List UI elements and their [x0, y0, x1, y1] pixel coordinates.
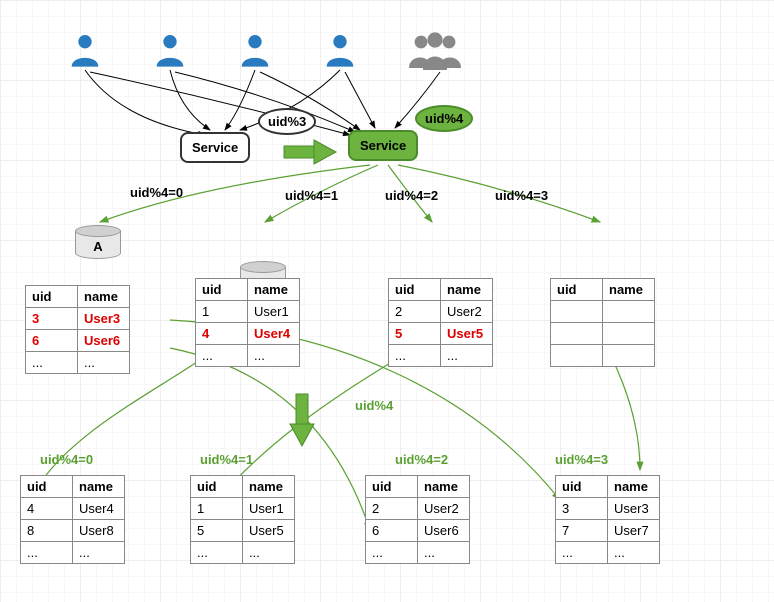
user-icon	[235, 30, 275, 73]
route-label-bottom-a: uid%4=0	[40, 452, 93, 467]
route-label-c: uid%4=2	[385, 188, 438, 203]
route-label-d: uid%4=3	[495, 188, 548, 203]
route-label-bottom-c: uid%4=2	[395, 452, 448, 467]
service-new: Service	[348, 130, 418, 161]
route-label-a: uid%4=0	[130, 185, 183, 200]
user-icon	[150, 30, 190, 73]
table-after-c: uidname 2User2 6User6 ......	[365, 475, 470, 564]
user-icon	[65, 30, 105, 73]
table-before-d: uidname	[550, 278, 655, 367]
route-label-bottom-d: uid%4=3	[555, 452, 608, 467]
user-icon	[320, 30, 360, 73]
arrow-right-icon	[280, 138, 340, 169]
shard-key-old-bubble: uid%3	[258, 108, 316, 135]
service-old: Service	[180, 132, 250, 163]
migration-label: uid%4	[355, 398, 393, 413]
route-label-b: uid%4=1	[285, 188, 338, 203]
table-before-a: uidname 3User3 6User6 ......	[25, 285, 130, 374]
table-after-b: uidname 1User1 5User5 ......	[190, 475, 295, 564]
table-after-a: uidname 4User4 8User8 ......	[20, 475, 125, 564]
database-a: A	[75, 225, 121, 261]
table-before-b: uidname 1User1 4User4 ......	[195, 278, 300, 367]
shard-key-new-bubble: uid%4	[415, 105, 473, 132]
route-label-bottom-b: uid%4=1	[200, 452, 253, 467]
table-after-d: uidname 3User3 7User7 ......	[555, 475, 660, 564]
users-group-icon	[405, 28, 465, 75]
table-before-c: uidname 2User2 5User5 ......	[388, 278, 493, 367]
arrow-down-icon	[288, 390, 316, 453]
